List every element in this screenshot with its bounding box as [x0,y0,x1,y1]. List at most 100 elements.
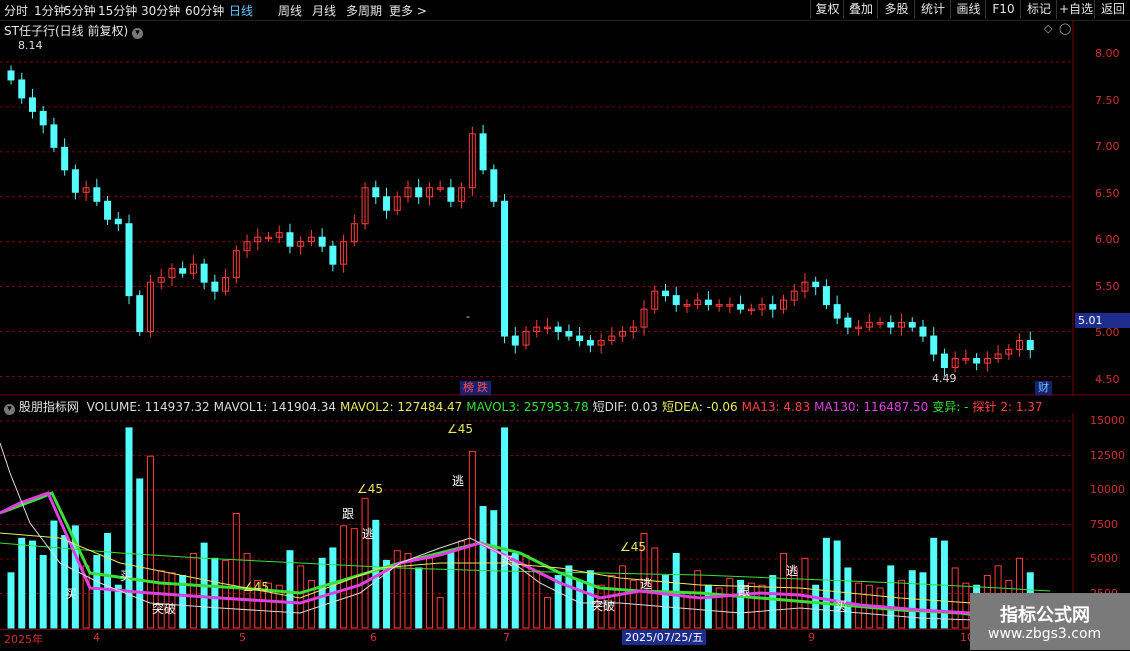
candle-body [844,317,852,328]
period-tab-10[interactable]: 更多 > [389,2,427,19]
volume-bar [104,532,112,629]
toolbar-button-7[interactable]: +自选 [1056,0,1095,19]
candle-body [200,263,208,283]
period-tab-5[interactable]: 60分钟 [185,2,224,19]
period-tab-9[interactable]: 多周期 [346,2,382,19]
signal-buy: 买 [835,599,847,613]
indicator-field-5: 短DEA: -0.06 [661,400,738,414]
indicator-field-2: MAVOL2: 127484.47 [339,400,463,414]
indicator-field-4: 短DIF: 0.03 [592,400,658,414]
toolbar-button-2[interactable]: 多股 [877,0,915,19]
indicator-field-9: 探针 2: 1.37 [972,400,1043,414]
signal-angle45: ∠45 [357,482,383,496]
period-tab-4[interactable]: 30分钟 [141,2,180,19]
volume-bar [812,584,820,629]
volume-bar [125,427,133,629]
volume-bar [7,572,15,629]
tag-die[interactable]: 跌 [474,381,491,395]
volume-bar [189,552,197,629]
volume-bar [436,597,444,629]
x-label-2: 5 [239,631,246,644]
volume-bar [61,535,69,629]
candle-body [318,236,326,247]
circle-icon[interactable]: ◯ [1059,22,1071,35]
volume-bar [543,597,551,629]
volume-bar [39,555,47,629]
candle-body [919,326,927,337]
candle-body [179,268,187,274]
volume-bar [898,579,906,629]
signal-breakout: 突破 [591,598,615,613]
volume-chart[interactable]: ∠45∠45∠45∠45逃逃逃逃跟跟买买买买突破 突破 [0,413,1130,630]
toolbar-button-1[interactable]: 叠加 [843,0,878,19]
price-chart[interactable] [0,20,1130,396]
toolbar-button-5[interactable]: F10 [985,0,1021,19]
volume-bar [18,537,26,629]
volume-bar [404,552,412,629]
volume-bar [576,579,584,629]
candle-body [822,286,830,306]
volume-bar [168,572,176,629]
volume-bar [919,572,927,629]
signal-breakout: 突破 [152,601,176,616]
candle-body [930,335,938,355]
x-label-3: 6 [370,631,377,644]
candle-body [940,353,948,369]
candle-body [661,290,669,297]
candle-body [1026,340,1034,351]
period-tab-0[interactable]: 分时 [4,2,28,19]
toolbar-button-0[interactable]: 复权 [810,0,844,19]
volume-bar [844,567,852,629]
candle-body [479,133,487,171]
candle-body [7,70,15,81]
volume-bar [490,510,498,629]
candle-body [908,322,916,328]
period-tab-8[interactable]: 月线 [312,2,336,19]
candle-body [125,223,133,297]
volume-bar [651,547,659,629]
volume-bar [93,555,101,629]
candle-body [887,322,895,328]
volume-bar [28,540,36,629]
period-tab-1[interactable]: 1分钟 [34,2,66,19]
candle-body [833,304,841,319]
candle-body [114,218,122,225]
volume-bar [415,567,423,629]
volume-bar [769,575,777,629]
volume-bar [940,540,948,629]
volume-bar [661,575,669,629]
volume-bar [619,565,627,629]
period-tab-3[interactable]: 15分钟 [98,2,137,19]
period-tab-6[interactable]: 日线 [229,2,253,19]
candle-body [565,331,573,337]
period-tab-2[interactable]: 5分钟 [64,2,96,19]
candle-body [329,245,337,265]
toolbar-button-4[interactable]: 画线 [950,0,986,19]
volume-bar [157,570,165,629]
candle-body [511,335,519,346]
price-tick-2: 7.00 [1095,140,1120,153]
price-tick-7: 4.50 [1095,372,1120,386]
volume-bar [962,582,970,629]
signal-flee: 逃 [452,474,464,488]
volume-bar [340,525,348,629]
current-price-label: 5.01 [1075,313,1130,328]
volume-bar [704,584,712,629]
period-tab-7[interactable]: 周线 [278,2,302,19]
volume-tick-0: 15000 [1090,414,1125,427]
diamond-icon[interactable]: ◇ [1044,22,1052,35]
toolbar-button-3[interactable]: 统计 [914,0,951,19]
indicator-field-0: VOLUME: 114937.32 [86,400,210,414]
signal-angle45: ∠45 [243,580,269,594]
indicator-field-3: MAVOL3: 257953.78 [466,400,589,414]
toolbar-button-6[interactable]: 标记 [1020,0,1057,19]
candle-body [372,187,380,198]
tag-cai[interactable]: 财 [1035,381,1052,395]
period-toolbar: 分时 1分钟 5分钟 15分钟 30分钟 60分钟 日线 周线 月线 多周期 更多 > 复权 叠加 多股统… [0,0,1130,21]
volume-bar [479,506,487,629]
candle-body [39,110,47,126]
candle-body [812,281,820,288]
price-tick-0: 8.00 [1095,47,1120,60]
toolbar-button-8[interactable]: 返回 [1094,0,1130,19]
watermark-title: 指标公式网 [1000,605,1090,626]
